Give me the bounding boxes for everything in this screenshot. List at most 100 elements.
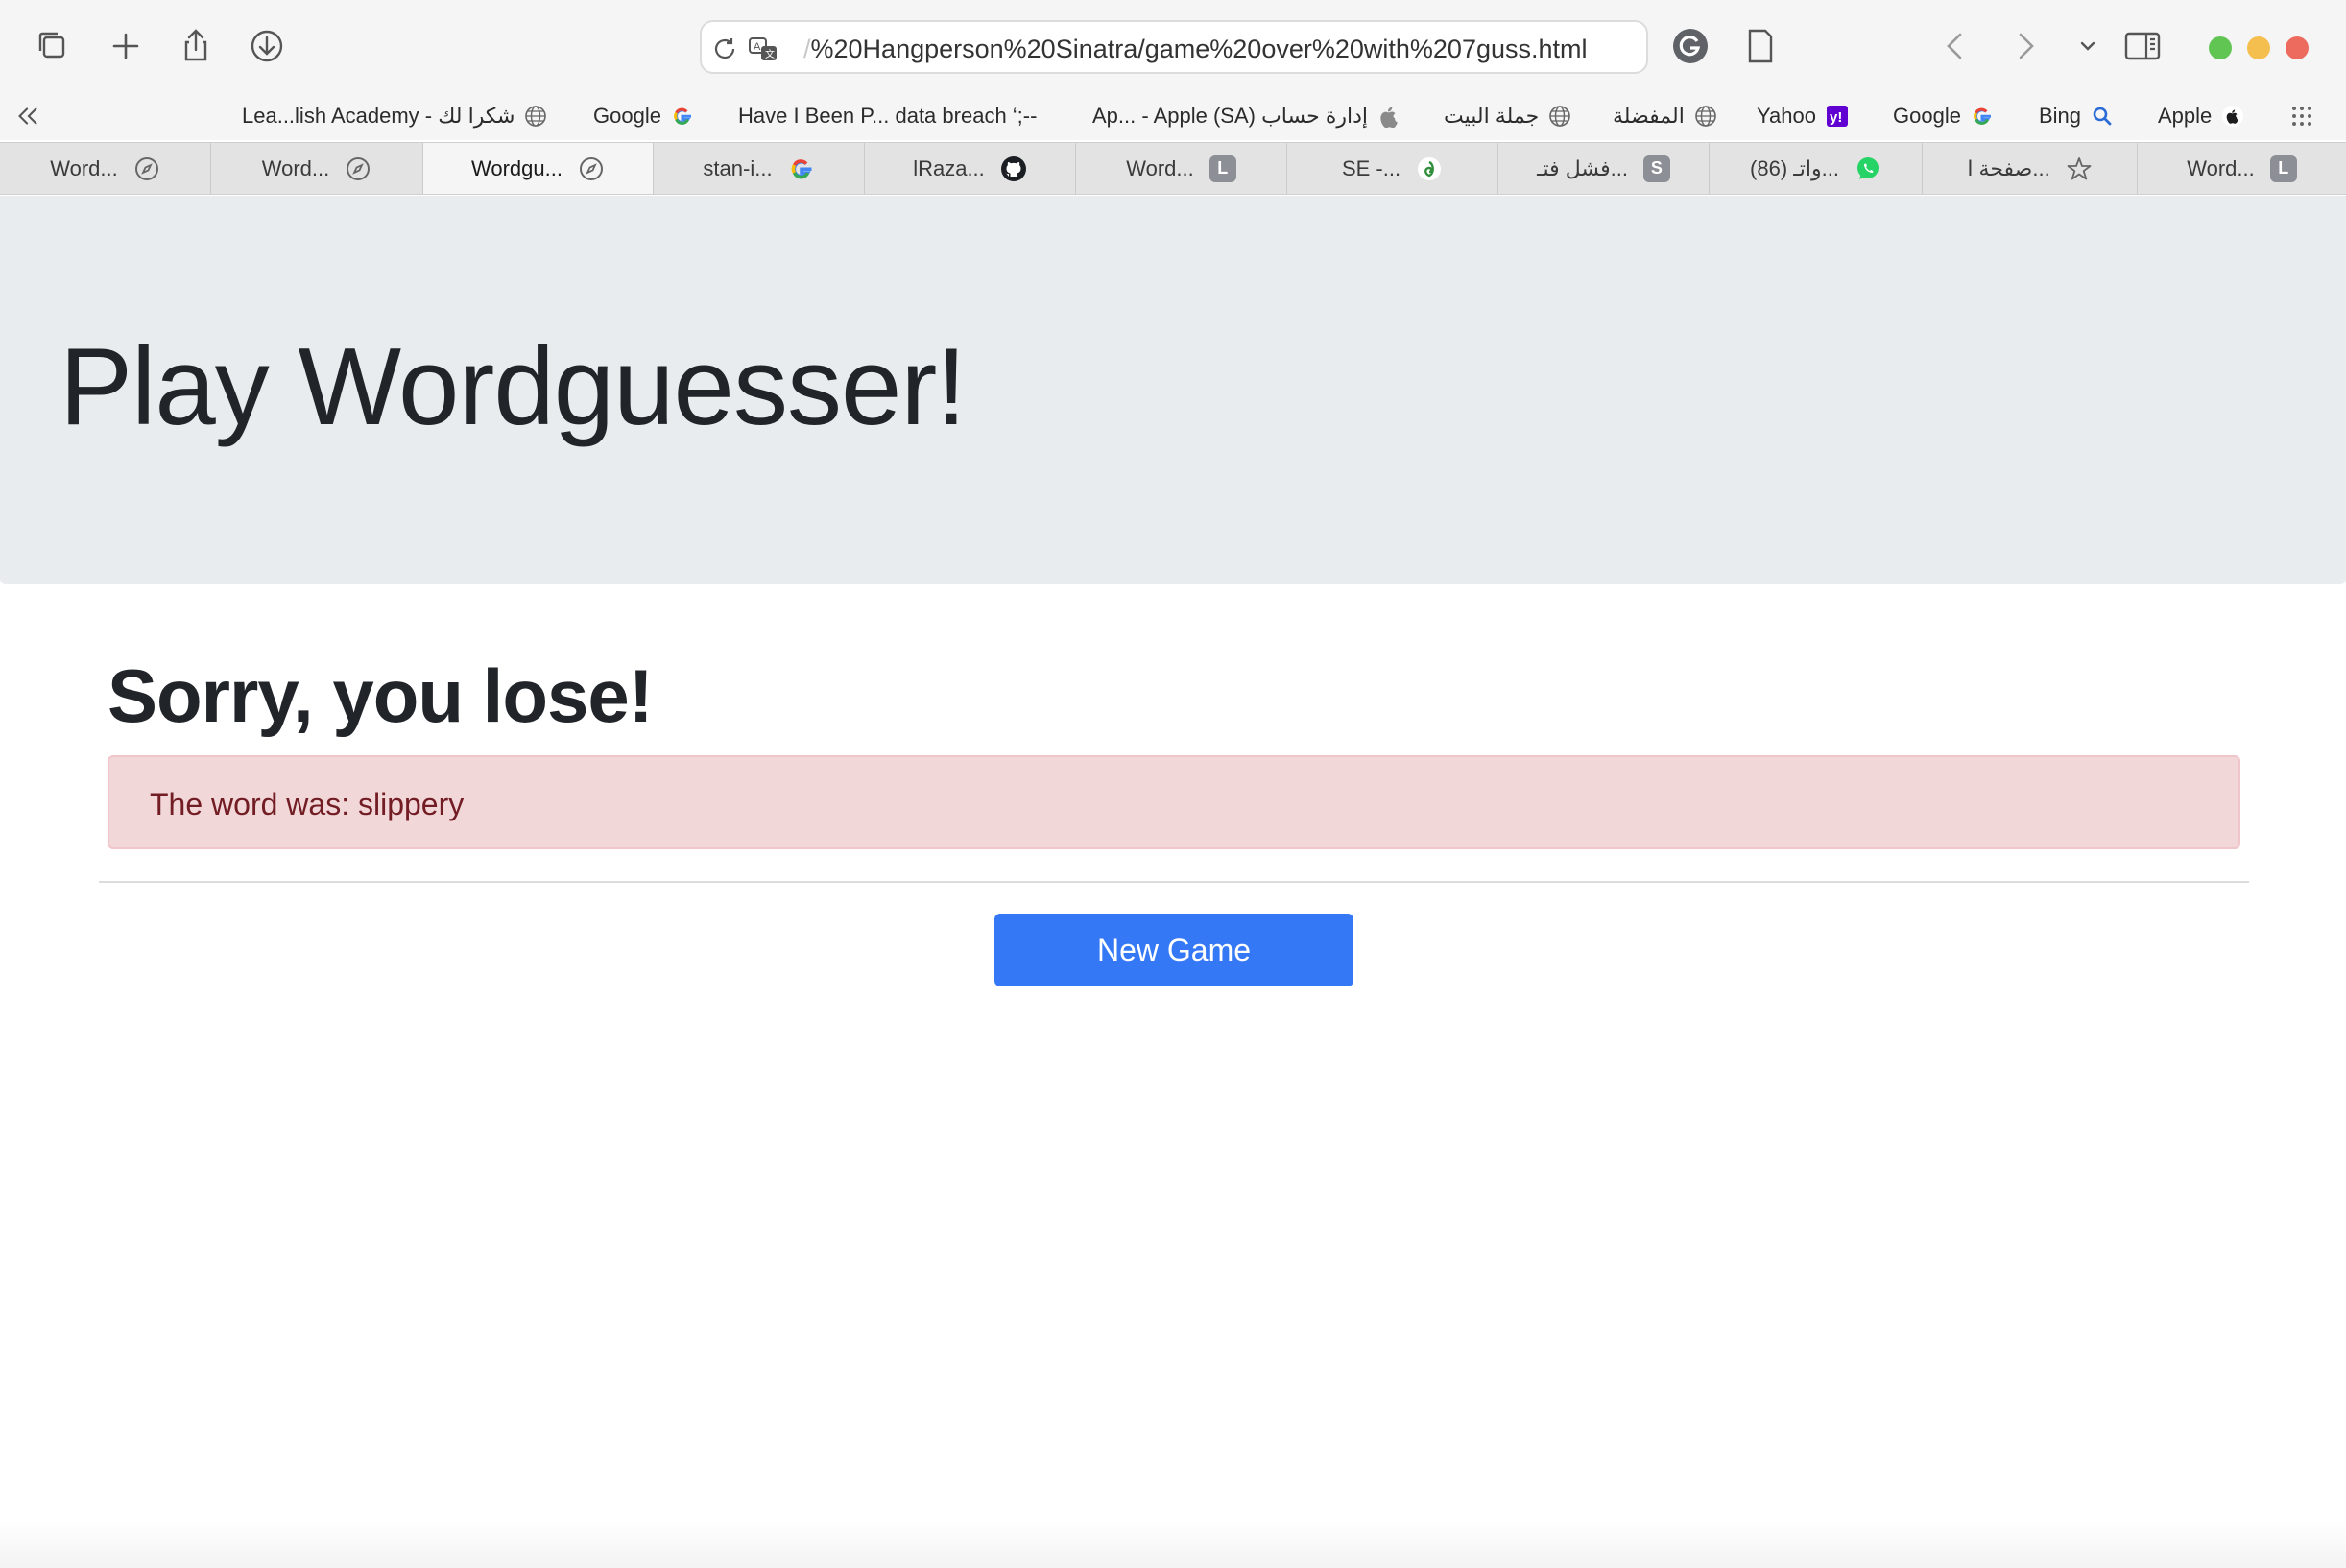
bookmark-item[interactable]: Google (1893, 100, 1994, 132)
double-chevron-left-icon (18, 107, 37, 125)
browser-toolbar: A 文 /%20Hangperson%20Sinatra/game%20over… (0, 0, 2346, 92)
search-icon (2091, 105, 2114, 128)
address-bar[interactable]: A 文 /%20Hangperson%20Sinatra/game%20over… (700, 20, 1648, 74)
url-text[interactable]: /%20Hangperson%20Sinatra/game%20over%20w… (803, 34, 1629, 64)
chevron-left-icon (1947, 33, 1962, 59)
divider (99, 881, 2249, 883)
tab-arabic-star[interactable]: صفحة ا... (1923, 143, 2138, 194)
page-extension-button[interactable] (1734, 19, 1787, 73)
tab-overview-button[interactable] (26, 19, 80, 73)
reload-icon[interactable] (709, 34, 740, 64)
grammarly-extension-button[interactable] (1664, 19, 1717, 73)
all-bookmarks-button[interactable] (2288, 100, 2315, 132)
tab-label: Word... (261, 155, 330, 180)
minimize-window-button[interactable] (2247, 36, 2270, 59)
globe-icon (1694, 105, 1717, 128)
apple-icon (2221, 105, 2244, 128)
bookmark-item[interactable]: Ap... - Apple (SA) إدارة حساب (1092, 100, 1400, 132)
tab-wordguesser-active[interactable]: Wordgu... (423, 143, 654, 194)
svg-text:文: 文 (765, 48, 775, 60)
tab-label: lRaza... (913, 155, 985, 180)
download-icon (251, 30, 283, 62)
grid-icon (2292, 107, 2311, 126)
bookmark-label: Apple (2158, 104, 2213, 128)
plus-icon (112, 33, 139, 59)
history-dropdown-button[interactable] (2061, 19, 2115, 73)
yahoo-icon: y! (1826, 105, 1849, 128)
letter-s-icon: S (1642, 154, 1670, 182)
leaf-icon (1416, 155, 1443, 182)
compass-icon (578, 155, 605, 182)
bookmark-label: Yahoo (1757, 104, 1816, 128)
bookmark-item[interactable]: Google (593, 100, 694, 132)
google-icon (671, 105, 694, 128)
bookmark-label: جملة البيت (1444, 104, 1540, 128)
tab-overview-icon (38, 32, 65, 59)
compass-icon (345, 155, 371, 182)
google-icon (1971, 105, 1994, 128)
zoom-window-button[interactable] (2209, 36, 2232, 59)
bookmark-item[interactable]: Lea...lish Academy - شكرا لك (242, 100, 547, 132)
close-window-button[interactable] (2286, 36, 2309, 59)
bookmark-label: Google (1893, 104, 1961, 128)
bookmark-item[interactable]: Apple (2158, 100, 2244, 132)
tab-wordguesser-1[interactable]: Word... (0, 143, 211, 194)
star-icon (2066, 155, 2093, 182)
tab-se[interactable]: SE -... (1287, 143, 1498, 194)
window-bottom-edge (0, 1520, 2346, 1568)
tab-label: Word... (50, 155, 118, 180)
downloads-button[interactable] (240, 19, 294, 73)
whatsapp-icon (1855, 155, 1881, 182)
bookmark-label: Google (593, 104, 661, 128)
bookmark-item[interactable]: Have I Been P... data breach ‘;-- (738, 100, 1037, 132)
letter-l-icon: L (2269, 154, 2297, 182)
tab-label: stan-i... (703, 155, 773, 180)
bookmark-label: Bing (2039, 104, 2082, 128)
tab-label: (86) واتـ... (1750, 155, 1839, 180)
svg-text:y!: y! (1830, 109, 1842, 126)
answer-text: The word was: slippery (150, 787, 465, 821)
bookmark-item[interactable]: المفضلة (1613, 100, 1717, 132)
tab-stan-google[interactable]: stan-i... (654, 143, 865, 194)
sidebar-toggle-button[interactable] (2116, 19, 2169, 73)
tab-label: SE -... (1341, 155, 1401, 180)
tab-label: Word... (2187, 155, 2255, 180)
bookmark-item[interactable]: Yahoo y! (1757, 100, 1849, 132)
tab-whatsapp[interactable]: (86) واتـ... (1710, 143, 1923, 194)
globe-icon (1548, 105, 1571, 128)
new-game-button[interactable]: New Game (994, 914, 1353, 986)
share-button[interactable] (169, 19, 223, 73)
browser-window: A 文 /%20Hangperson%20Sinatra/game%20over… (0, 0, 2346, 1568)
tab-arabic-s[interactable]: فشل فتـ... S (1498, 143, 1710, 194)
bookmark-label: Have I Been P... data breach ‘;-- (738, 104, 1038, 128)
tab-label: Word... (1126, 155, 1194, 180)
result-heading: Sorry, you lose! (108, 653, 654, 738)
bookmark-item[interactable]: Bing (2039, 100, 2114, 132)
tab-wordguesser-2[interactable]: Word... (211, 143, 423, 194)
back-button[interactable] (1929, 19, 1983, 73)
tab-label: فشل فتـ... (1537, 155, 1628, 180)
jumbotron-header: Play Wordguesser! (0, 196, 2346, 584)
translate-icon[interactable]: A 文 (748, 34, 778, 64)
sidebar-collapse-button[interactable] (13, 100, 42, 132)
chevron-down-icon (2080, 41, 2095, 51)
bookmark-label: المفضلة (1613, 104, 1685, 128)
share-icon (184, 29, 207, 61)
bookmarks-bar: Lea...lish Academy - شكرا لك Google Have… (0, 92, 2346, 140)
chevron-right-icon (2019, 33, 2034, 59)
new-tab-button[interactable] (99, 19, 153, 73)
globe-icon (524, 105, 547, 128)
tab-word-l-2[interactable]: Word... L (2138, 143, 2346, 194)
google-icon (788, 155, 815, 182)
tab-label: Wordgu... (471, 155, 563, 180)
tab-bar: Word... Word... Wordgu... stan-i... lRaz… (0, 142, 2346, 195)
tab-github[interactable]: lRaza... (865, 143, 1076, 194)
bookmark-item[interactable]: جملة البيت (1444, 100, 1571, 132)
grammarly-icon (1673, 29, 1708, 63)
letter-l-icon: L (1209, 154, 1236, 182)
document-icon (1748, 29, 1773, 63)
bookmark-label: Ap... - Apple (SA) إدارة حساب (1092, 104, 1369, 128)
tab-word-l[interactable]: Word... L (1076, 143, 1287, 194)
forward-button[interactable] (1998, 19, 2051, 73)
compass-icon (133, 155, 160, 182)
